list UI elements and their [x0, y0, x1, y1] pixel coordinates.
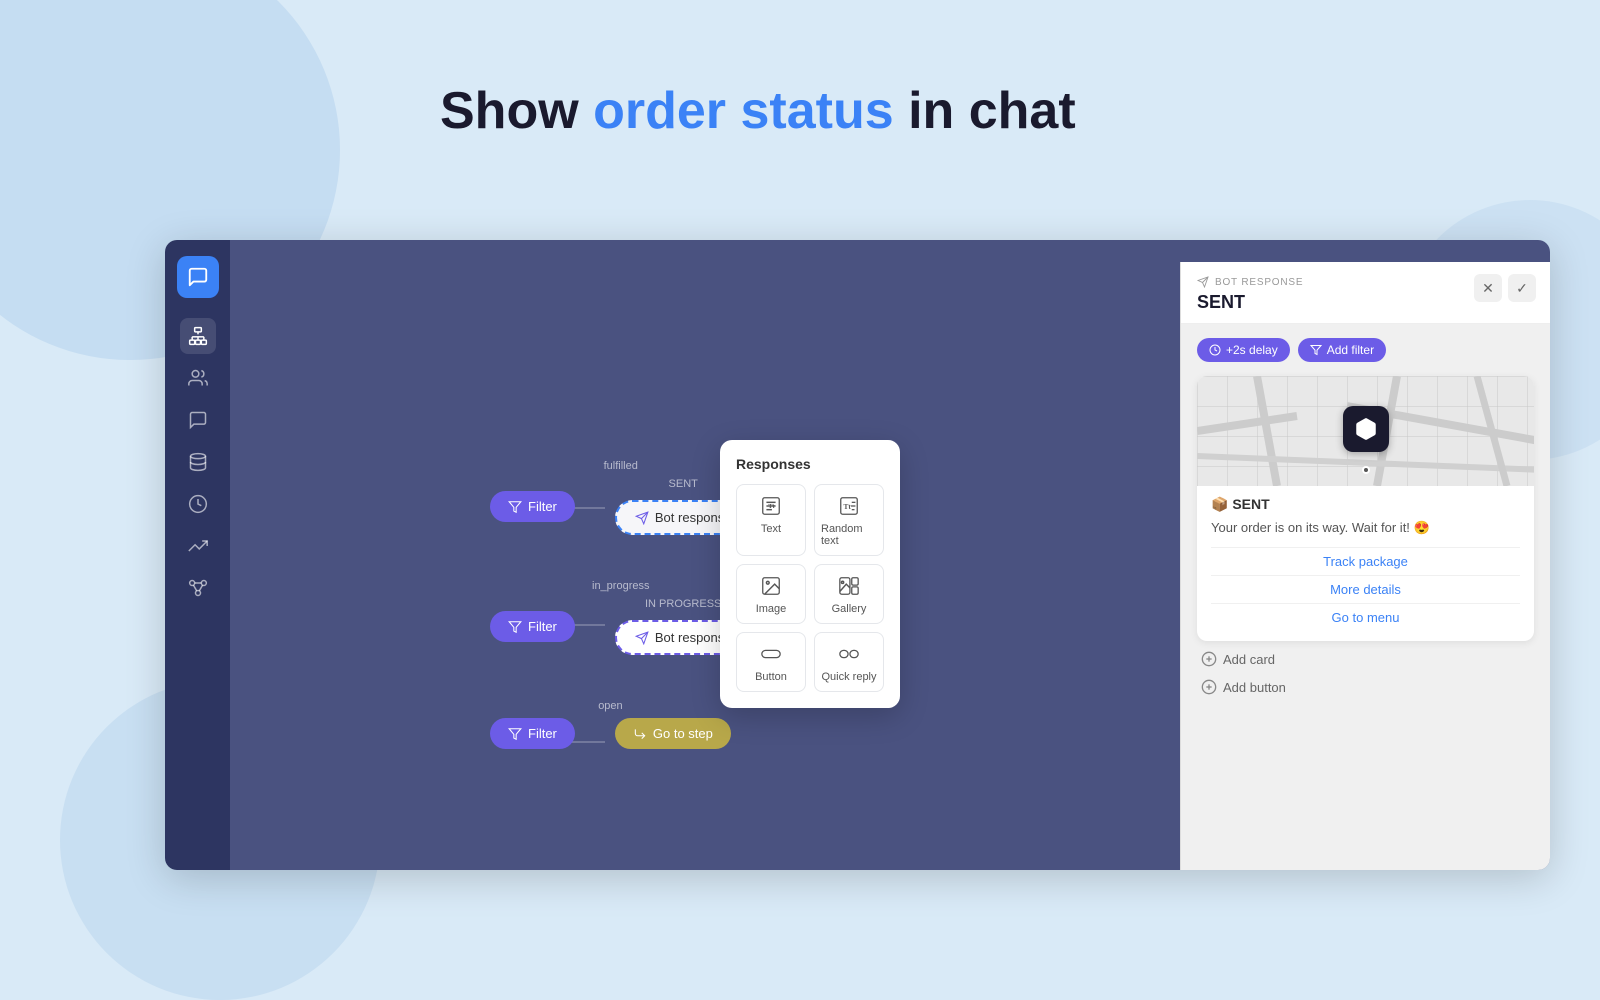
response-gallery-label: Gallery: [832, 603, 867, 615]
title-prefix: Show: [440, 82, 593, 140]
sidebar: [165, 240, 230, 870]
add-card-btn[interactable]: Add card: [1201, 651, 1275, 667]
card-link-details[interactable]: More details: [1211, 575, 1520, 603]
fulfilled-filter-btn[interactable]: Filter: [490, 491, 575, 522]
sidebar-item-database[interactable]: [180, 444, 216, 480]
delay-tag[interactable]: +2s delay: [1197, 338, 1290, 362]
svg-text:Tt: Tt: [768, 503, 775, 510]
add-button-btn[interactable]: Add button: [1201, 679, 1286, 695]
canvas-area: fulfilled Filter SENT Bot response in_pr…: [230, 240, 1550, 870]
open-label: open: [490, 700, 731, 712]
sidebar-item-trending[interactable]: [180, 528, 216, 564]
response-quick-reply-label: Quick reply: [821, 671, 876, 683]
response-item-button[interactable]: Button: [736, 632, 806, 692]
card-message: Your order is on its way. Wait for it! 😍: [1211, 519, 1520, 537]
sent-label: SENT: [669, 478, 698, 490]
page-title: Show order status in chat: [0, 80, 1600, 142]
text-response-icon: Tt: [760, 495, 782, 517]
main-ui-container: fulfilled Filter SENT Bot response in_pr…: [165, 240, 1550, 870]
quick-reply-response-icon: [838, 643, 860, 665]
in-progress-nodes: Filter IN PROGRESS Bot response: [490, 598, 752, 655]
card-sent-title: 📦 SENT: [1211, 496, 1520, 513]
add-filter-tag[interactable]: Add filter: [1298, 338, 1386, 362]
response-item-image[interactable]: Image: [736, 564, 806, 624]
sidebar-item-integrations[interactable]: [180, 570, 216, 606]
title-suffix: in chat: [894, 82, 1076, 140]
bot-panel-content: +2s delay Add filter: [1181, 324, 1550, 870]
bot-panel-tags: +2s delay Add filter: [1197, 338, 1534, 362]
add-card-row: Add card: [1197, 651, 1534, 667]
response-random-text-label: Random text: [821, 523, 877, 547]
plus-circle-icon-2: [1201, 679, 1217, 695]
fulfilled-flow-row: fulfilled Filter SENT Bot response: [490, 460, 752, 535]
map-card: 📦 SENT Your order is on its way. Wait fo…: [1197, 376, 1534, 641]
response-button-label: Button: [755, 671, 787, 683]
fulfilled-nodes: Filter SENT Bot response: [490, 478, 752, 535]
open-nodes: Filter Go to step: [490, 718, 731, 749]
sidebar-item-comments[interactable]: [180, 402, 216, 438]
image-response-icon: [760, 575, 782, 597]
sidebar-item-analytics[interactable]: [180, 486, 216, 522]
sidebar-logo[interactable]: [177, 256, 219, 298]
in-progress-bot-label: IN PROGRESS: [645, 598, 721, 610]
response-text-label: Text: [761, 523, 781, 535]
add-button-row: Add button: [1197, 679, 1534, 695]
map-area: [1197, 376, 1534, 486]
bot-response-panel: ✕ ✓ BOT RESPONSE SENT +2s delay: [1180, 262, 1550, 870]
svg-text:Tt: Tt: [844, 502, 852, 511]
button-response-icon: [760, 643, 782, 665]
goto-step-btn[interactable]: Go to step: [615, 718, 731, 749]
in-progress-flow-row: in_progress Filter IN PROGRESS Bot respo…: [490, 580, 752, 655]
response-item-quick-reply[interactable]: Quick reply: [814, 632, 884, 692]
map-pin: [1343, 406, 1389, 452]
responses-grid: Tt Text Tt Random text: [736, 484, 884, 692]
sidebar-item-org[interactable]: [180, 318, 216, 354]
random-text-response-icon: Tt: [838, 495, 860, 517]
open-filter-btn[interactable]: Filter: [490, 718, 575, 749]
responses-title: Responses: [736, 456, 884, 472]
card-link-track[interactable]: Track package: [1211, 547, 1520, 575]
card-link-menu[interactable]: Go to menu: [1211, 603, 1520, 631]
plus-circle-icon: [1201, 651, 1217, 667]
box-icon: [1353, 416, 1379, 442]
bot-panel-close-btn[interactable]: ✕: [1474, 274, 1502, 302]
bot-panel-check-btn[interactable]: ✓: [1508, 274, 1536, 302]
in-progress-filter-btn[interactable]: Filter: [490, 611, 575, 642]
gallery-response-icon: [838, 575, 860, 597]
title-highlight: order status: [593, 82, 894, 140]
fulfilled-label: fulfilled: [490, 460, 752, 472]
map-location-dot: [1362, 466, 1370, 474]
send-icon-small: [1197, 276, 1209, 288]
open-flow-row: open Filter Go to step: [490, 700, 731, 749]
card-content: 📦 SENT Your order is on its way. Wait fo…: [1197, 486, 1534, 641]
response-item-gallery[interactable]: Gallery: [814, 564, 884, 624]
sidebar-item-users[interactable]: [180, 360, 216, 396]
in-progress-label: in_progress: [490, 580, 752, 592]
response-image-label: Image: [756, 603, 787, 615]
response-item-random-text[interactable]: Tt Random text: [814, 484, 884, 556]
response-item-text[interactable]: Tt Text: [736, 484, 806, 556]
responses-modal: Responses Tt Text: [720, 440, 900, 708]
